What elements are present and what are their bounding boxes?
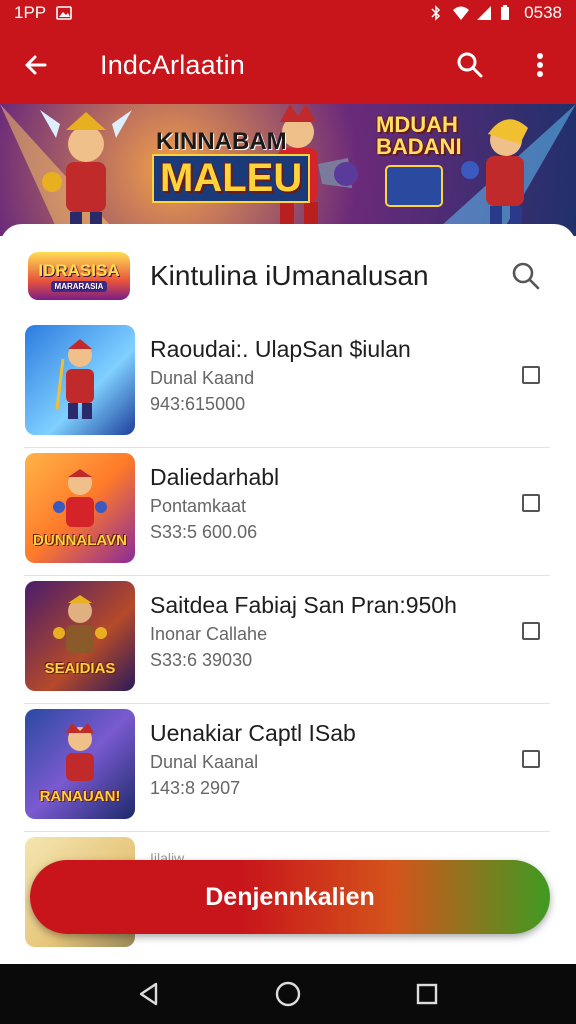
- item-thumbnail: RANAUAN!: [25, 709, 135, 819]
- logo-line-2: MARARASIA: [50, 280, 108, 292]
- item-checkbox[interactable]: [522, 494, 540, 512]
- item-title: Raoudai:. UlapSan $iulan: [150, 336, 411, 362]
- back-arrow-icon[interactable]: [18, 47, 54, 83]
- system-nav-bar: [0, 964, 576, 1024]
- thumb-label: RANAUAN!: [39, 788, 121, 805]
- thumb-label: DUNNALAVN: [33, 532, 127, 549]
- banner-text-line-4: BADANI: [376, 134, 462, 159]
- hero-icon: [55, 339, 94, 419]
- list-item[interactable]: SEAIDIAS Saitdea Fabiaj San Pran:950h In…: [24, 576, 550, 704]
- wifi-icon: [452, 5, 470, 21]
- sheet-header: IDRASISA MARARASIA Kintulina iUmanalusan: [0, 244, 576, 308]
- search-icon[interactable]: [452, 47, 488, 83]
- app-title: IndcArlaatin: [100, 49, 245, 80]
- status-left: 1PP: [14, 3, 72, 23]
- item-subtitle: Inonar Callahe: [150, 624, 268, 644]
- list-item[interactable]: Raoudai:. UlapSan $iulan Dunal Kaand 943…: [24, 320, 550, 448]
- gallery-icon: [56, 5, 72, 21]
- item-title: Uenakiar Captl ISab: [150, 720, 356, 746]
- item-subtitle: Dunal Kaand: [150, 368, 255, 388]
- status-time: 0538: [524, 3, 562, 22]
- recents-square-icon[interactable]: [407, 974, 447, 1014]
- item-thumbnail: DUNNALAVN: [25, 453, 135, 563]
- item-thumbnail: SEAIDIAS: [25, 581, 135, 691]
- search-icon[interactable]: [508, 258, 544, 294]
- status-right: 0538: [428, 3, 562, 23]
- banner-text-line-1: KINNABAM: [156, 128, 287, 155]
- item-price: S33:6 39030: [150, 650, 253, 670]
- item-thumbnail: [25, 325, 135, 435]
- item-price: S33:5 600.06: [150, 522, 258, 542]
- item-title: Daliedarhabl: [150, 464, 280, 490]
- signal-icon: [476, 5, 492, 21]
- item-checkbox[interactable]: [522, 622, 540, 640]
- app-bar: IndcArlaatin: [0, 26, 576, 104]
- screen: 1PP 0538 IndcArlaatin KINNABAM MALEU MDU…: [0, 0, 576, 1024]
- bottom-sheet: IDRASISA MARARASIA Kintulina iUmanalusan…: [0, 224, 576, 964]
- status-bar: 1PP 0538: [0, 0, 576, 26]
- game-logo: IDRASISA MARARASIA: [28, 252, 130, 300]
- list-item[interactable]: DUNNALAVN Daliedarhabl Pontamkaat S33:5 …: [24, 448, 550, 576]
- battery-icon: [500, 5, 516, 21]
- more-vert-icon[interactable]: [522, 47, 558, 83]
- item-subtitle: Dunal Kaanal: [150, 752, 259, 772]
- bluetooth-icon: [428, 5, 444, 21]
- banner-text-line-2: MALEU: [152, 154, 311, 203]
- item-price: 143:8 2907: [150, 778, 241, 798]
- item-subtitle: Pontamkaat: [150, 496, 247, 516]
- item-price: 943:615000: [150, 394, 246, 414]
- back-triangle-icon[interactable]: [129, 974, 169, 1014]
- app-actions: [452, 47, 558, 83]
- home-circle-icon[interactable]: [268, 974, 308, 1014]
- status-left-text: 1PP: [14, 3, 47, 22]
- item-checkbox[interactable]: [522, 366, 540, 384]
- item-title: Saitdea Fabiaj San Pran:950h: [150, 592, 457, 618]
- sheet-title: Kintulina iUmanalusan: [150, 260, 429, 291]
- promo-banner[interactable]: KINNABAM MALEU MDUAH BADANI: [0, 104, 576, 236]
- logo-line-1: IDRASISA: [38, 260, 120, 280]
- item-checkbox[interactable]: [522, 750, 540, 768]
- thumb-label: SEAIDIAS: [44, 660, 116, 677]
- primary-action-button[interactable]: Denjennkalien: [30, 860, 550, 934]
- list-item[interactable]: RANAUAN! Uenakiar Captl ISab Dunal Kaana…: [24, 704, 550, 832]
